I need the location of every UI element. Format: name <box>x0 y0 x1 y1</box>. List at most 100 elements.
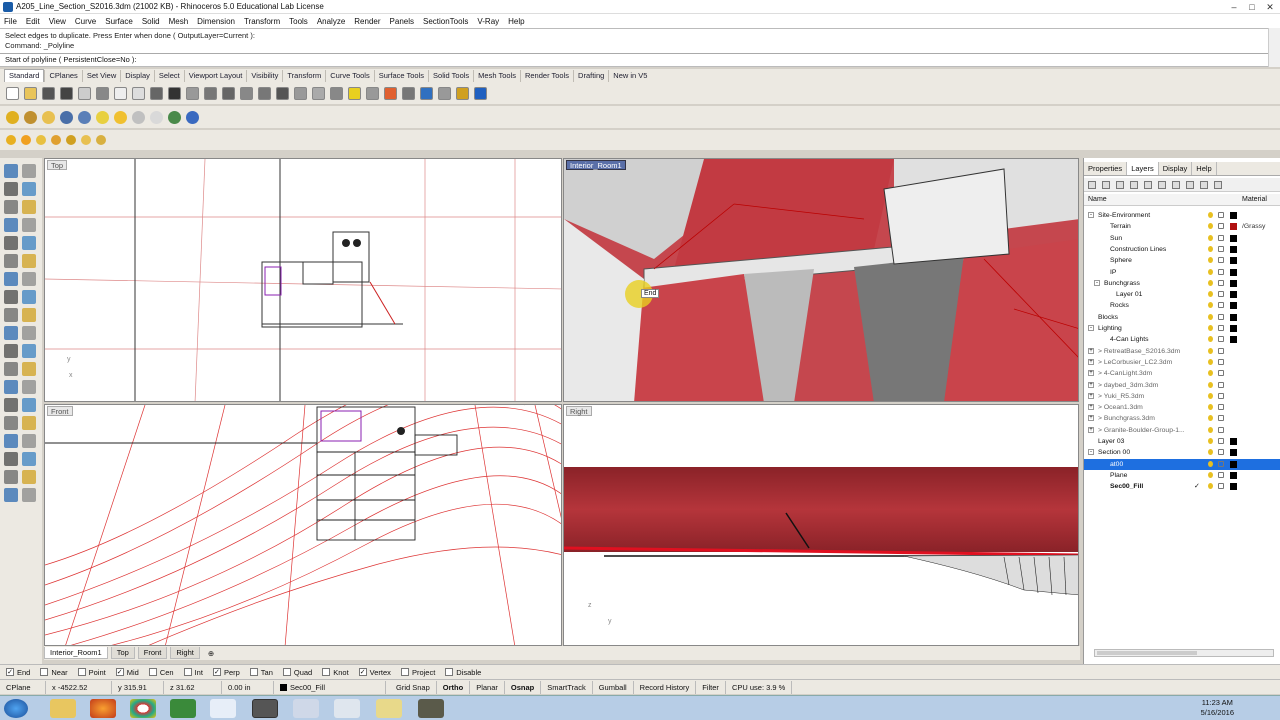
lock-icon[interactable] <box>1218 392 1224 399</box>
lightbulb-icon[interactable] <box>1208 415 1213 422</box>
lock-icon[interactable] <box>1218 268 1224 275</box>
expand-icon[interactable]: + <box>1088 358 1094 365</box>
window-taskbar-icon[interactable] <box>334 699 360 718</box>
lightbulb-icon[interactable] <box>1208 245 1213 252</box>
undo-icon[interactable] <box>150 86 163 100</box>
osnap-mid[interactable]: ✓ Mid <box>115 668 139 677</box>
lock-icon[interactable] <box>1218 358 1224 365</box>
expand-icon[interactable]: + <box>1088 426 1094 433</box>
lock-icon[interactable] <box>1218 336 1224 343</box>
lock-icon[interactable] <box>1218 245 1224 252</box>
layer-color-swatch[interactable] <box>1230 212 1237 219</box>
arc-tool-icon[interactable] <box>22 218 36 232</box>
collapse-icon[interactable]: - <box>1088 449 1094 456</box>
lock-icon[interactable] <box>1218 257 1224 264</box>
close-button[interactable]: ✕ <box>1264 0 1276 14</box>
toolbar-tab-mesh-tools[interactable]: Mesh Tools <box>473 70 520 82</box>
toolbar-tab-new-in-v5[interactable]: New in V5 <box>608 70 651 82</box>
osnap-checkbox[interactable] <box>40 668 49 676</box>
lock-icon[interactable] <box>1218 415 1224 422</box>
menu-mesh[interactable]: Mesh <box>169 17 189 26</box>
media-taskbar-icon[interactable] <box>418 699 444 718</box>
filter-button[interactable]: Filter <box>696 680 726 694</box>
sphere-render-icon[interactable] <box>402 86 415 100</box>
layer-color-swatch[interactable] <box>1230 234 1237 242</box>
gumball-toggle[interactable]: Gumball <box>593 680 634 694</box>
pan-icon[interactable] <box>168 86 181 100</box>
lightbulb-icon[interactable] <box>1208 370 1213 377</box>
shade-icon[interactable] <box>366 86 379 100</box>
layer-color-swatch[interactable] <box>1230 325 1237 332</box>
box-tool-icon[interactable] <box>4 272 18 286</box>
vray-help-icon[interactable] <box>186 110 199 124</box>
menu-analyze[interactable]: Analyze <box>317 17 345 26</box>
history-tool-icon[interactable] <box>22 488 36 502</box>
grid-4view-icon[interactable] <box>276 86 289 100</box>
lock-icon[interactable] <box>1218 212 1224 218</box>
expand-icon[interactable]: + <box>1088 370 1094 377</box>
viewport-tab-interior-room1[interactable]: Interior_Room1 <box>44 647 108 659</box>
explode-tool-icon[interactable] <box>4 362 18 376</box>
smarttrack-toggle[interactable]: SmartTrack <box>541 680 593 694</box>
layer-row[interactable]: - Site-Environment <box>1084 210 1280 221</box>
rectangle-tool-icon[interactable] <box>4 218 18 232</box>
lock-icon[interactable] <box>1218 471 1224 478</box>
surface-from-curves-tool-icon[interactable] <box>4 290 18 304</box>
layer-color-swatch[interactable] <box>1230 245 1237 253</box>
menu-curve[interactable]: Curve <box>75 17 96 26</box>
panel-scrollbar[interactable] <box>1094 649 1274 657</box>
layer-row[interactable]: Layer 03 <box>1084 436 1280 447</box>
zoom-window-icon[interactable] <box>204 86 217 100</box>
panel-tab-display[interactable]: Display <box>1159 162 1193 175</box>
layer-color-swatch[interactable] <box>1230 291 1237 299</box>
toolbar-tab-transform[interactable]: Transform <box>282 70 325 82</box>
notes-taskbar-icon[interactable] <box>376 699 402 718</box>
settings-icon[interactable] <box>1200 181 1208 189</box>
copy-icon[interactable] <box>114 86 127 100</box>
osnap-checkbox[interactable] <box>77 668 86 676</box>
system-clock[interactable]: 11:23 AM 5/16/2016 <box>1201 698 1234 718</box>
vray-render-icon[interactable] <box>42 110 55 124</box>
lightbulb-icon[interactable] <box>1208 234 1213 241</box>
layer-row[interactable]: Blocks <box>1084 312 1280 323</box>
viewport-label-interior-room[interactable]: Interior_Room1 <box>566 160 626 170</box>
vray-sphere-light-icon[interactable] <box>36 135 46 145</box>
circle-tool-icon[interactable] <box>22 200 36 214</box>
osnap-disable[interactable]: Disable <box>445 668 481 677</box>
cut-icon[interactable] <box>96 86 109 100</box>
expand-icon[interactable]: + <box>1088 381 1094 388</box>
layer-tool-icon[interactable] <box>22 452 36 466</box>
vray-proxy-icon[interactable] <box>150 110 163 124</box>
select-tool-icon[interactable] <box>4 164 18 178</box>
environment-icon[interactable] <box>438 86 451 100</box>
import-icon[interactable] <box>78 86 91 100</box>
zoom-selected-icon[interactable] <box>240 86 253 100</box>
command-scrollbar[interactable] <box>1268 28 1280 67</box>
layer-color-swatch[interactable] <box>1230 471 1237 479</box>
osnap-perp[interactable]: ✓ Perp <box>212 668 240 677</box>
app-taskbar-icon[interactable] <box>170 699 196 718</box>
planar-toggle[interactable]: Planar <box>470 680 505 694</box>
layer-row[interactable]: at00 <box>1084 458 1280 470</box>
record-history-toggle[interactable]: Record History <box>634 680 697 694</box>
layer-color-swatch[interactable] <box>1230 438 1237 445</box>
start-button[interactable] <box>4 699 28 718</box>
toolbar-tab-render-tools[interactable]: Render Tools <box>519 70 573 82</box>
lightbulb-icon[interactable] <box>1208 223 1213 230</box>
expand-icon[interactable]: + <box>1088 404 1094 411</box>
viewport-label-right[interactable]: Right <box>566 406 592 416</box>
mesh-tool-icon[interactable] <box>4 470 18 484</box>
copy-tool-icon[interactable] <box>4 398 18 412</box>
collapse-icon[interactable]: - <box>1094 279 1100 286</box>
osnap-end[interactable]: ✓ End <box>6 668 30 677</box>
toolbar-tab-standard[interactable]: Standard <box>4 69 45 82</box>
viewport-front[interactable]: Front <box>44 404 562 646</box>
help-icon[interactable] <box>1214 181 1222 189</box>
fillet-curve-tool-icon[interactable] <box>4 254 18 268</box>
layer-material[interactable]: /Grassy <box>1242 221 1265 232</box>
layer-row[interactable]: - Bunchgrass <box>1084 278 1280 289</box>
vray-options-icon[interactable] <box>24 110 37 124</box>
layer-color-swatch[interactable] <box>1230 460 1237 468</box>
expand-icon[interactable]: + <box>1088 392 1094 399</box>
osnap-cen[interactable]: Cen <box>148 668 174 677</box>
